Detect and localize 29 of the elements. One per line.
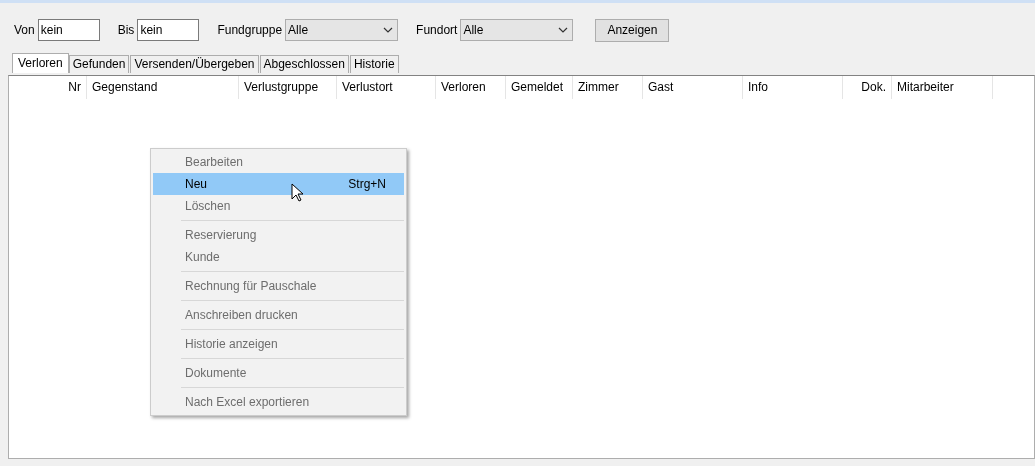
column-header[interactable]: Verlustgruppe bbox=[239, 76, 337, 99]
column-header[interactable]: Nr bbox=[9, 76, 87, 99]
column-header[interactable]: Gast bbox=[643, 76, 743, 99]
column-header[interactable]: Gemeldet bbox=[506, 76, 573, 99]
dropdown[interactable]: Alle bbox=[460, 19, 574, 41]
filter-label: Von bbox=[14, 22, 35, 39]
column-header[interactable]: Verloren bbox=[436, 76, 506, 99]
chevron-down-icon bbox=[383, 27, 394, 33]
chevron-down-icon bbox=[558, 27, 569, 33]
filter-label: Fundgruppe bbox=[217, 22, 283, 39]
column-header[interactable]: Info bbox=[743, 76, 843, 99]
tab[interactable]: Versenden/Übergeben bbox=[130, 55, 259, 73]
menu-item[interactable]: Neu Strg+N bbox=[153, 173, 404, 195]
column-header[interactable]: Gegenstand bbox=[87, 76, 239, 99]
tab[interactable]: Abgeschlossen bbox=[259, 55, 349, 73]
column-header[interactable]: Mitarbeiter bbox=[892, 76, 993, 99]
show-button[interactable]: Anzeigen bbox=[595, 18, 670, 42]
input-field[interactable]: kein bbox=[137, 19, 200, 41]
input-field[interactable]: kein bbox=[37, 19, 100, 41]
dropdown[interactable]: Alle bbox=[285, 19, 399, 41]
tab[interactable]: Historie bbox=[349, 55, 399, 73]
tab[interactable]: Verloren bbox=[12, 53, 69, 73]
column-header[interactable]: Zimmer bbox=[573, 76, 643, 99]
column-header[interactable]: Dok. bbox=[843, 76, 892, 99]
tab[interactable]: Gefunden bbox=[68, 55, 130, 73]
filter-label: Bis bbox=[117, 22, 135, 39]
mouse-cursor-icon bbox=[291, 183, 304, 203]
filter-label: Fundort bbox=[416, 22, 458, 39]
column-header[interactable]: Verlustort bbox=[337, 76, 436, 99]
